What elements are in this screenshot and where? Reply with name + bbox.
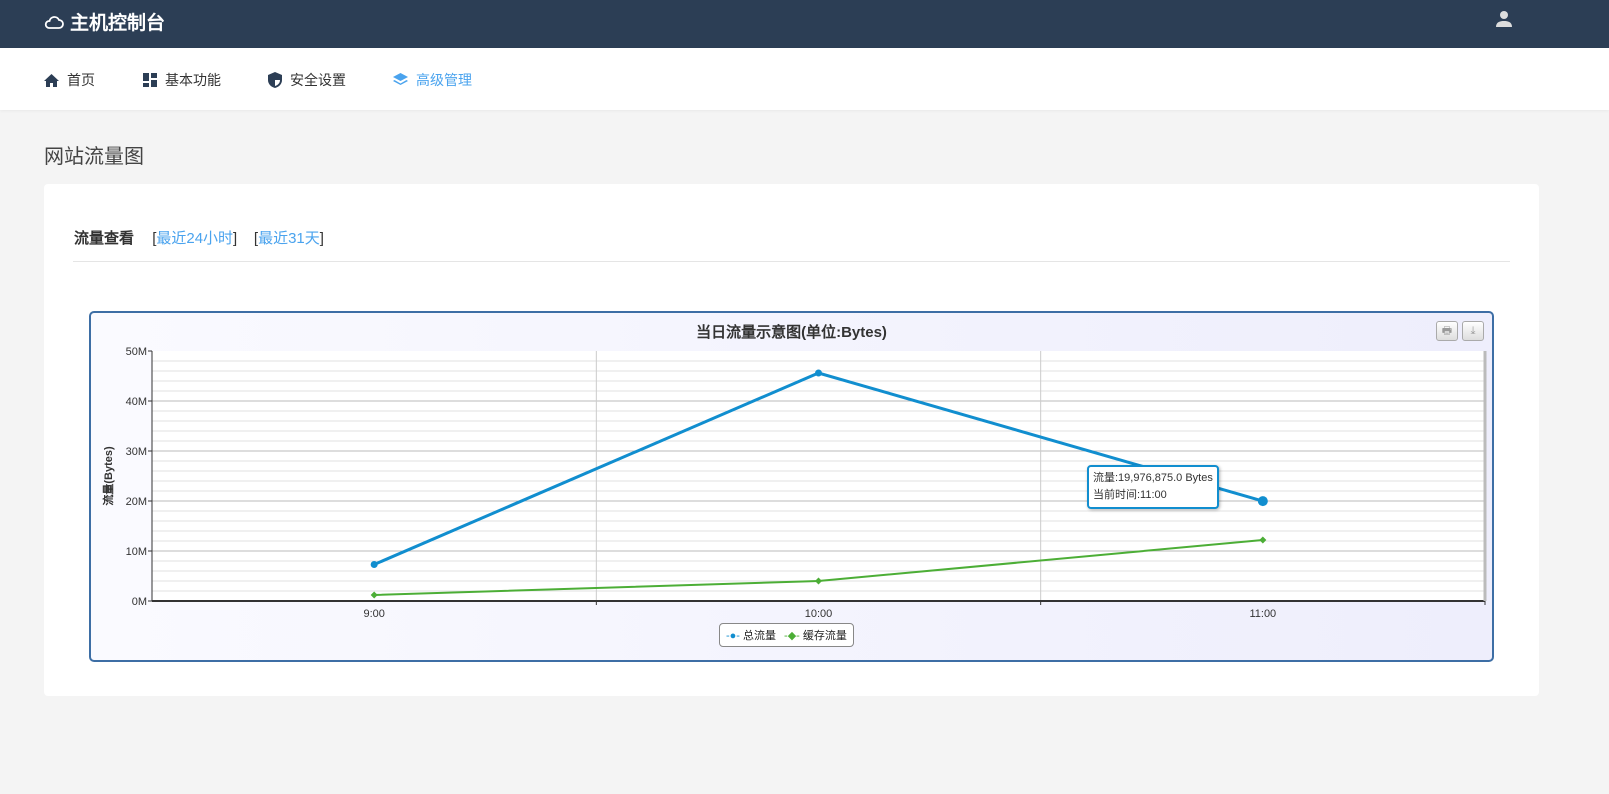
nav-label: 高级管理 xyxy=(416,72,472,88)
tooltip-value: 流量:19,976,875.0 Bytes xyxy=(1093,472,1213,484)
print-button[interactable]: 🖶 xyxy=(1436,321,1458,341)
nav-home[interactable]: 首页 xyxy=(44,70,95,90)
nav-basic[interactable]: 基本功能 xyxy=(143,70,221,90)
home-icon xyxy=(44,73,59,87)
download-button[interactable]: ⤓ xyxy=(1462,321,1484,341)
chart-legend: -●- 总流量 -◆- 缓存流量 xyxy=(719,623,854,647)
chart-title: 当日流量示意图(单位:Bytes) xyxy=(696,324,887,341)
link-last-24h[interactable]: 最近24小时 xyxy=(156,230,233,247)
top-bar: 主机控制台 xyxy=(0,0,1609,48)
user-icon[interactable] xyxy=(1495,10,1513,28)
nav-security[interactable]: 安全设置 xyxy=(268,70,346,90)
page-title: 网站流量图 xyxy=(44,146,144,168)
traffic-tabs: 流量查看 [最近24小时] [最近31天] xyxy=(74,230,324,247)
tabs-label: 流量查看 xyxy=(74,230,135,247)
link-last-31d[interactable]: 最近31天 xyxy=(258,230,320,247)
layers-icon xyxy=(393,73,408,85)
divider xyxy=(73,261,1510,262)
nav-label: 基本功能 xyxy=(165,72,221,88)
nav-label: 安全设置 xyxy=(290,72,346,88)
shield-icon xyxy=(268,72,282,88)
traffic-card: 流量查看 [最近24小时] [最近31天] 当日流量示意图(单位:Bytes) … xyxy=(44,184,1539,696)
legend-item-total[interactable]: -●- 总流量 xyxy=(726,627,776,643)
chart-container: 当日流量示意图(单位:Bytes) 🖶 ⤓ -●- 总流量 -◆- 缓存流量 xyxy=(89,311,1494,662)
tooltip-time: 当前时间:11:00 xyxy=(1093,489,1167,501)
cloud-icon xyxy=(44,15,64,29)
nav-advanced[interactable]: 高级管理 xyxy=(393,70,472,90)
chart-tooltip: 流量:19,976,875.0 Bytes 当前时间:11:00 xyxy=(1087,465,1219,509)
dashboard-icon xyxy=(143,73,157,87)
brand[interactable]: 主机控制台 xyxy=(44,8,165,35)
app-title: 主机控制台 xyxy=(70,13,166,34)
legend-item-cache[interactable]: -◆- 缓存流量 xyxy=(784,627,847,643)
nav-label: 首页 xyxy=(67,72,95,88)
main-nav: 首页 基本功能 安全设置 高级管理 xyxy=(0,48,1609,110)
